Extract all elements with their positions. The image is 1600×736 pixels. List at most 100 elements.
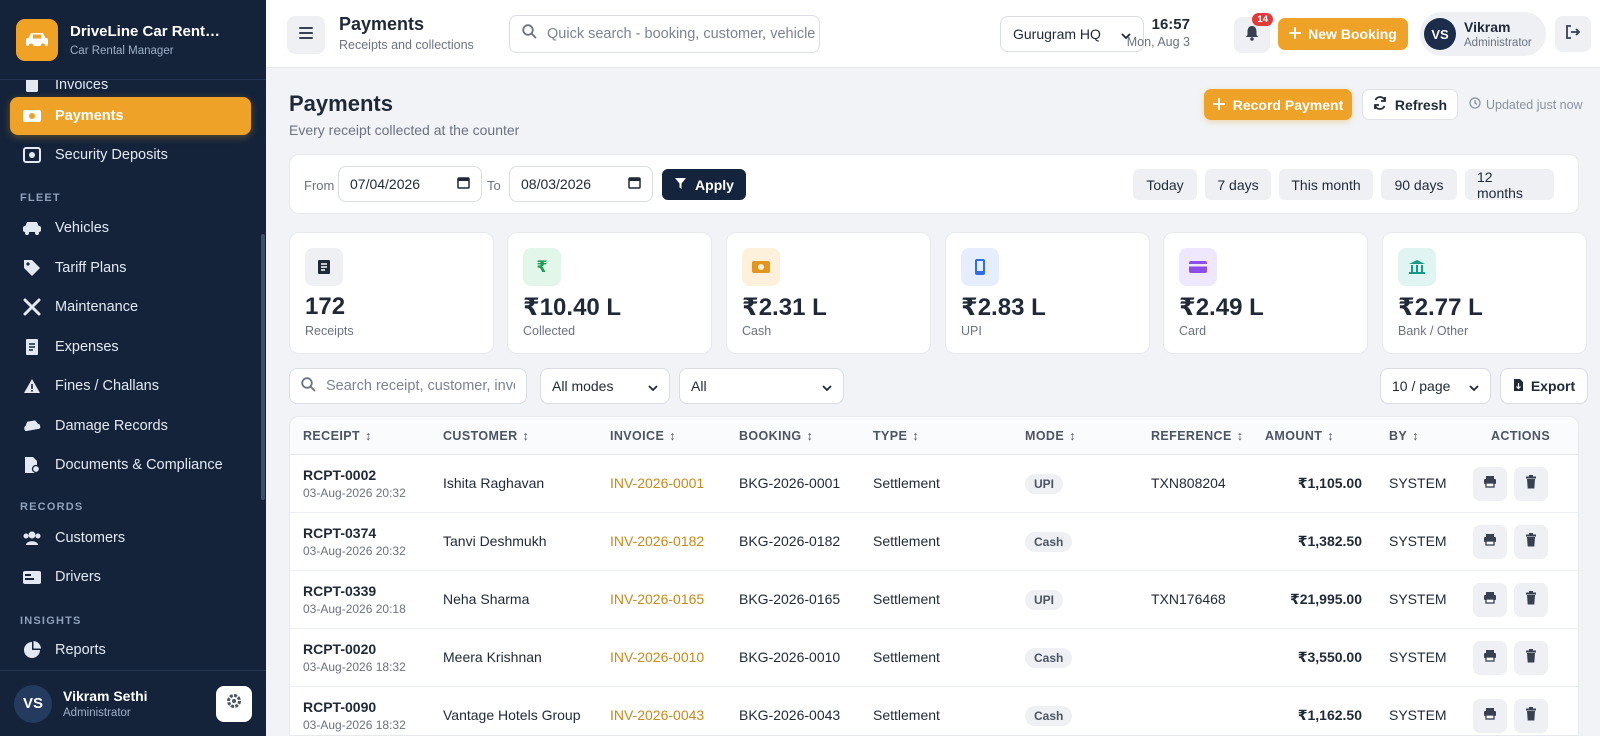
sidebar-item-vehicles[interactable]: Vehicles — [10, 209, 251, 247]
to-label: To — [487, 178, 501, 193]
search-icon — [522, 24, 537, 44]
sidebar-item-tariff-plans[interactable]: Tariff Plans — [10, 249, 251, 287]
warning-icon — [22, 376, 42, 396]
sidebar-item-label: Reports — [55, 642, 106, 658]
column-type[interactable]: TYPE ↕ — [873, 429, 919, 443]
refresh-button[interactable]: Refresh — [1362, 89, 1458, 120]
invoice-link[interactable]: INV-2026-0043 — [610, 707, 704, 723]
column-customer[interactable]: CUSTOMER ↕ — [443, 429, 529, 443]
invoice-link[interactable]: INV-2026-0010 — [610, 649, 704, 665]
settings-button[interactable] — [216, 685, 252, 722]
preset-90-days[interactable]: 90 days — [1381, 169, 1457, 200]
cash-icon — [22, 106, 42, 126]
quick-search-input[interactable] — [547, 26, 817, 42]
print-button[interactable] — [1473, 525, 1507, 559]
sidebar-item-reports[interactable]: Reports — [10, 631, 251, 669]
new-booking-button[interactable]: New Booking — [1278, 18, 1408, 50]
sort-icon: ↕ — [806, 429, 814, 443]
column-actions: ACTIONS — [1491, 429, 1551, 443]
amount: ₹3,550.00 — [1297, 649, 1362, 665]
column-label: INVOICE — [610, 429, 665, 443]
preset-7-days[interactable]: 7 days — [1205, 169, 1271, 200]
main-content: Payments Every receipt collected at the … — [266, 68, 1600, 736]
delete-button[interactable] — [1514, 525, 1548, 559]
preset-this-month[interactable]: This month — [1279, 169, 1373, 200]
invoice-link[interactable]: INV-2026-0165 — [610, 591, 704, 607]
print-button[interactable] — [1473, 641, 1507, 675]
column-booking[interactable]: BOOKING ↕ — [739, 429, 813, 443]
column-by[interactable]: BY ↕ — [1389, 429, 1419, 443]
column-label: CUSTOMER — [443, 429, 518, 443]
table-row[interactable]: RCPT-0339 03-Aug-2026 20:18 Neha Sharma I… — [290, 571, 1578, 629]
sidebar-item-payments[interactable]: Payments — [10, 97, 251, 135]
sidebar-item-fines-challans[interactable]: Fines / Challans — [10, 367, 251, 405]
preset-12-months[interactable]: 12 months — [1465, 169, 1554, 201]
sidebar-item-expenses[interactable]: Expenses — [10, 328, 251, 366]
sidebar-item-damage-records[interactable]: Damage Records — [10, 407, 251, 445]
clock-icon — [1469, 97, 1481, 112]
delete-button[interactable] — [1514, 699, 1548, 733]
customer-name: Neha Sharma — [443, 591, 530, 607]
invoice-link[interactable]: INV-2026-0001 — [610, 475, 704, 491]
column-receipt[interactable]: RECEIPT ↕ — [303, 429, 372, 443]
from-date-input[interactable]: 07/04/2026 — [338, 166, 482, 202]
calendar-icon — [457, 176, 470, 192]
column-invoice[interactable]: INVOICE ↕ — [610, 429, 676, 443]
table-header: RECEIPT ↕ CUSTOMER ↕ INVOICE ↕ BOOKING ↕ TYP… — [290, 417, 1578, 455]
quick-search — [509, 15, 820, 53]
sidebar-item-customers[interactable]: Customers — [10, 519, 251, 557]
stat-label: Cash — [742, 324, 772, 338]
apply-button[interactable]: Apply — [662, 169, 746, 200]
reference: TXN176468 — [1151, 591, 1226, 607]
profile-menu[interactable]: VS Vikram Administrator — [1420, 12, 1546, 56]
sidebar-item-drivers[interactable]: Drivers — [10, 558, 251, 596]
record-payment-button[interactable]: Record Payment — [1204, 89, 1352, 120]
table-row[interactable]: RCPT-0002 03-Aug-2026 20:32 Ishita Raghav… — [290, 455, 1578, 513]
stat-card: ₹2.49 L Card — [1163, 232, 1368, 354]
notification-count-badge: 14 — [1252, 13, 1273, 26]
chevron-down-icon — [822, 378, 832, 394]
table-row[interactable]: RCPT-0020 03-Aug-2026 18:32 Meera Krishna… — [290, 629, 1578, 687]
column-amount[interactable]: AMOUNT ↕ — [1265, 429, 1334, 443]
sidebar-item-maintenance[interactable]: Maintenance — [10, 288, 251, 326]
invoice-link[interactable]: INV-2026-0182 — [610, 533, 704, 549]
receipt-datetime: 03-Aug-2026 20:32 — [303, 486, 406, 500]
branch-select[interactable]: Gurugram HQ — [1000, 16, 1144, 52]
chevron-down-icon — [1469, 378, 1479, 394]
delete-button[interactable] — [1514, 467, 1548, 501]
stat-upi: ₹2.83 L UPI — [945, 232, 1150, 354]
table-row[interactable]: RCPT-0090 03-Aug-2026 18:32 Vantage Hotel… — [290, 687, 1578, 735]
menu-toggle-button[interactable] — [287, 16, 325, 54]
mode-badge: Cash — [1025, 648, 1073, 668]
stat-bank-other: ₹2.77 L Bank / Other — [1382, 232, 1587, 354]
clock-time: 16:57 — [1151, 16, 1190, 33]
delete-button[interactable] — [1514, 583, 1548, 617]
refresh-icon — [1373, 96, 1387, 113]
sidebar-item-documents-compliance[interactable]: Documents & Compliance — [10, 446, 251, 484]
sidebar-item-security-deposits[interactable]: Security Deposits — [10, 136, 251, 174]
preset-today[interactable]: Today — [1133, 169, 1197, 200]
print-button[interactable] — [1473, 467, 1507, 501]
column-mode[interactable]: MODE ↕ — [1025, 429, 1076, 443]
page-size-select[interactable]: 10 / page — [1380, 368, 1491, 404]
type-filter-select[interactable]: All — [679, 368, 844, 404]
amount: ₹21,995.00 — [1289, 591, 1362, 607]
customer-name: Meera Krishnan — [443, 649, 542, 665]
print-button[interactable] — [1473, 583, 1507, 617]
export-button[interactable]: Export — [1500, 368, 1588, 404]
print-button[interactable] — [1473, 699, 1507, 733]
sort-icon: ↕ — [912, 429, 919, 443]
table-search-input[interactable] — [326, 378, 515, 394]
table-row[interactable]: RCPT-0374 03-Aug-2026 20:32 Tanvi Deshmuk… — [290, 513, 1578, 571]
search-icon — [301, 377, 316, 395]
tag-icon — [22, 258, 42, 278]
logout-button[interactable] — [1555, 16, 1591, 52]
payment-type: Settlement — [873, 591, 940, 607]
sidebar-scrollbar[interactable] — [261, 234, 265, 500]
to-date-input[interactable]: 08/03/2026 — [509, 166, 653, 202]
notifications-button[interactable]: 14 — [1234, 13, 1273, 53]
mode-filter-select[interactable]: All modes — [540, 368, 670, 404]
delete-button[interactable] — [1514, 641, 1548, 675]
column-reference[interactable]: REFERENCE ↕ — [1151, 429, 1243, 443]
trash-icon — [1525, 648, 1537, 668]
